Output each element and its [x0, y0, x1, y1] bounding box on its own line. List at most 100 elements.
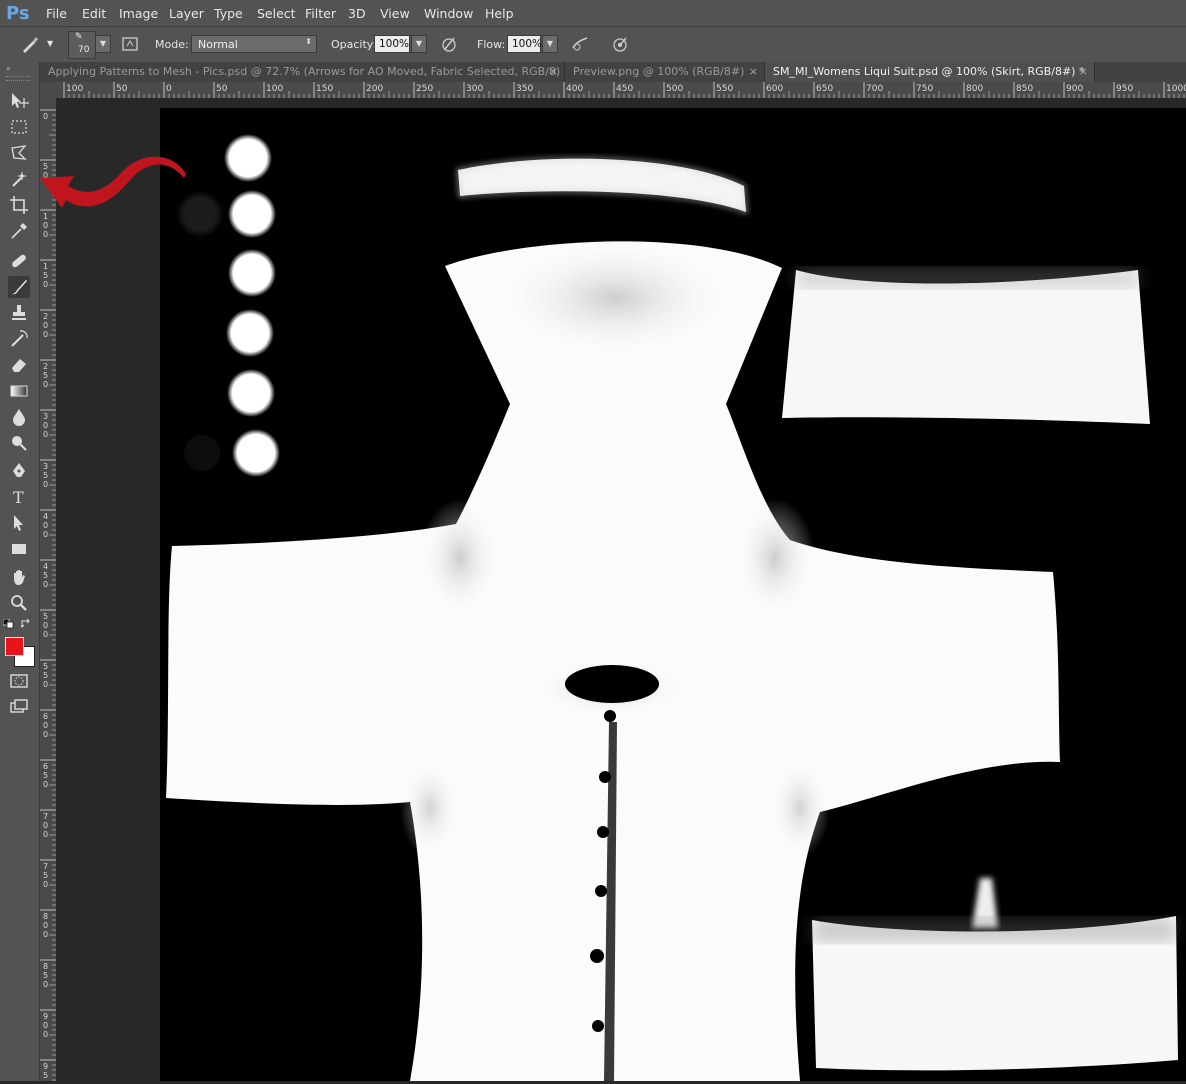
dodge-icon[interactable]: [8, 432, 30, 454]
blur-icon[interactable]: [8, 406, 30, 428]
ruler-label: 200: [366, 84, 383, 94]
ruler-label: 150: [316, 84, 333, 94]
menu-help[interactable]: Help: [485, 6, 514, 21]
opacity-arrow[interactable]: ▼: [411, 35, 427, 53]
history-brush-icon[interactable]: [8, 328, 30, 350]
back-panel-top: [782, 270, 1150, 424]
tab-applying-patterns[interactable]: Applying Patterns to Mesh - Pics.psd @ 7…: [40, 62, 565, 82]
button-circle: [228, 249, 276, 297]
flow-field[interactable]: 100%: [507, 35, 542, 53]
flow-arrow[interactable]: ▼: [542, 35, 558, 53]
menu-3d[interactable]: 3D: [348, 6, 366, 21]
quick-mask-icon[interactable]: [8, 670, 30, 692]
brush-preset-icon[interactable]: [20, 34, 40, 54]
collapse-panel-icon[interactable]: »: [6, 64, 11, 73]
tab-womens-liqui-suit[interactable]: SM_MI_Womens Liqui Suit.psd @ 100% (Skir…: [765, 62, 1095, 82]
ruler-label: 250: [43, 362, 48, 389]
annotation-arrow: [40, 156, 186, 208]
mode-dropdown[interactable]: Normal ⬍: [191, 35, 317, 53]
menu-layer[interactable]: Layer: [169, 6, 204, 21]
menu-image[interactable]: Image: [119, 6, 158, 21]
brush-panel-toggle-icon[interactable]: [120, 34, 140, 54]
clone-stamp-icon[interactable]: [8, 302, 30, 324]
ruler-label: 600: [43, 712, 48, 739]
ruler-label: 800: [966, 84, 983, 94]
foreground-color-swatch[interactable]: [5, 637, 24, 656]
button-circle: [226, 309, 274, 357]
rectangle-icon[interactable]: [8, 538, 30, 560]
shadow-circle: [184, 435, 220, 471]
ruler-label: 0: [166, 84, 172, 94]
menu-select[interactable]: Select: [257, 6, 296, 21]
close-icon[interactable]: ×: [549, 62, 558, 82]
collar-strip: [458, 158, 746, 212]
ruler-label: 50: [216, 84, 228, 94]
close-icon[interactable]: ×: [1079, 62, 1088, 82]
ruler-label: 900: [1066, 84, 1083, 94]
tab-label: SM_MI_Womens Liqui Suit.psd @ 100% (Skir…: [773, 65, 1085, 78]
button-circle: [228, 190, 276, 238]
brush-size-arrow[interactable]: ▼: [95, 35, 111, 53]
path-selection-icon[interactable]: [8, 512, 30, 534]
menu-window[interactable]: Window: [424, 6, 473, 21]
airbrush-icon[interactable]: [570, 34, 590, 54]
marquee-icon[interactable]: [8, 116, 30, 138]
ruler-label: 700: [866, 84, 883, 94]
zoom-icon[interactable]: [8, 592, 30, 614]
ruler-label: 1000: [1166, 84, 1186, 94]
ruler-label: 450: [43, 562, 48, 589]
type-icon[interactable]: T: [8, 486, 30, 508]
mode-value: Normal: [198, 38, 238, 51]
brush-size-value: 70: [78, 45, 90, 55]
ruler-label: 550: [43, 662, 48, 689]
eraser-icon[interactable]: [8, 354, 30, 376]
ruler-label: 250: [416, 84, 433, 94]
button-circle: [227, 369, 275, 417]
close-icon[interactable]: ×: [749, 62, 758, 82]
ruler-label: 950: [1116, 84, 1133, 94]
screen-mode-icon[interactable]: [8, 696, 30, 718]
brush-size-picker[interactable]: ✎ 70: [68, 31, 96, 59]
photoshop-logo: Ps: [6, 3, 30, 24]
horizontal-ruler[interactable]: 100 50 0 50 100 150 200 250 300 350 400 450 500 550 60…: [58, 82, 1186, 99]
menu-bar: Ps File Edit Image Layer Type Select Fil…: [0, 0, 1186, 26]
menu-file[interactable]: File: [46, 6, 67, 21]
mode-label: Mode:: [155, 38, 189, 51]
brush-icon[interactable]: [8, 276, 30, 298]
ruler-label: 300: [466, 84, 483, 94]
pen-icon[interactable]: [8, 460, 30, 482]
preset-arrow-icon[interactable]: ▼: [47, 39, 53, 48]
tab-preview[interactable]: Preview.png @ 100% (RGB/8#) ×: [565, 62, 765, 82]
menu-filter[interactable]: Filter: [305, 6, 336, 21]
ruler-label: 400: [566, 84, 583, 94]
pressure-size-icon[interactable]: [610, 34, 630, 54]
hand-icon[interactable]: [8, 566, 30, 588]
move-icon[interactable]: [8, 90, 30, 112]
svg-text:T: T: [13, 488, 24, 507]
ruler-label: 450: [616, 84, 633, 94]
ruler-origin[interactable]: [40, 82, 58, 98]
swap-colors-icon[interactable]: [19, 618, 33, 628]
healing-brush-icon[interactable]: [8, 250, 30, 272]
pressure-opacity-icon[interactable]: [439, 34, 459, 54]
ruler-label: 550: [716, 84, 733, 94]
default-colors-icon[interactable]: [2, 618, 15, 629]
panel-grip[interactable]: [6, 76, 30, 81]
flow-label: Flow:: [477, 38, 506, 51]
vertical-ruler[interactable]: 0501001502002503003504004505005506006507…: [40, 98, 57, 1084]
ruler-label: 150: [43, 262, 48, 289]
ruler-label: 350: [516, 84, 533, 94]
tab-label: Preview.png @ 100% (RGB/8#): [573, 65, 745, 78]
document-canvas[interactable]: [160, 108, 1186, 1081]
gradient-icon[interactable]: [8, 380, 30, 402]
options-bar: ▼ ✎ 70 ▼ Mode: Normal ⬍ Opacity: 100% ▼ …: [0, 26, 1186, 64]
menu-view[interactable]: View: [380, 6, 410, 21]
ruler-label: 100: [66, 84, 83, 94]
ruler-label: 200: [43, 312, 48, 339]
ruler-label: 500: [43, 612, 48, 639]
neck-opening: [565, 665, 659, 703]
menu-edit[interactable]: Edit: [82, 6, 106, 21]
opacity-field[interactable]: 100%: [374, 35, 410, 53]
menu-type[interactable]: Type: [214, 6, 243, 21]
ruler-label: 850: [1016, 84, 1033, 94]
